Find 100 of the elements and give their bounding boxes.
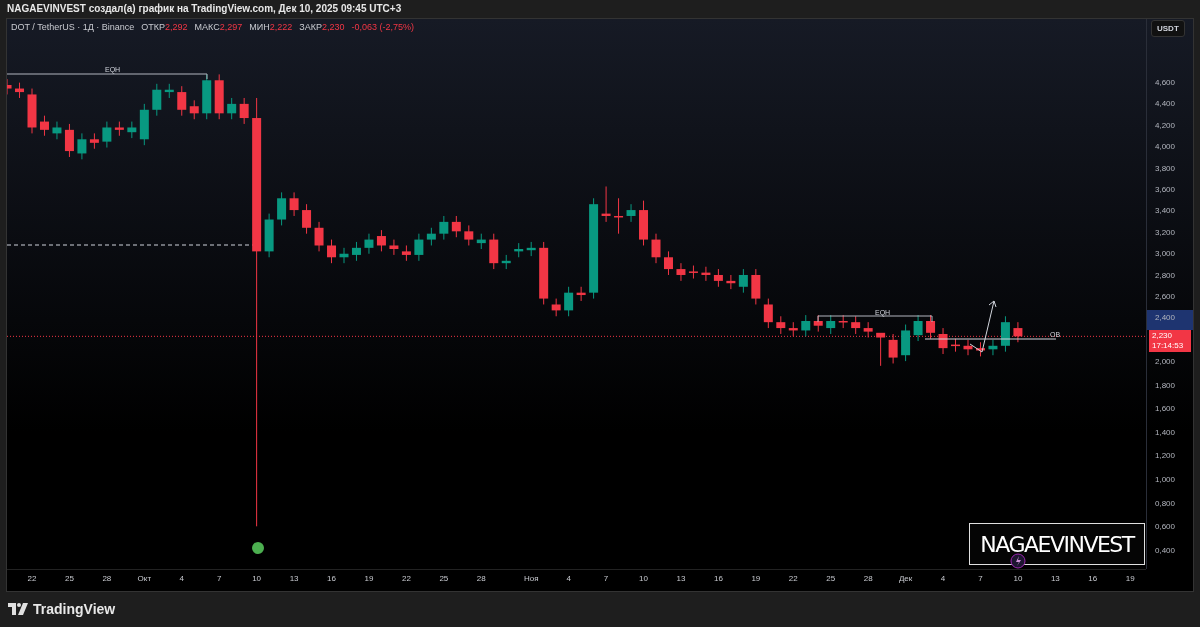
candle: [239, 97, 249, 125]
candle: [664, 250, 673, 276]
lightning-icon: [1010, 553, 1026, 569]
date-axis-label: 13: [1050, 574, 1060, 583]
candle: [551, 298, 561, 317]
price-axis-label: 3,800: [1155, 163, 1176, 173]
ohlc-value: 2,297: [219, 22, 243, 32]
candle: [27, 88, 37, 134]
price-axis-label: 1,000: [1155, 474, 1176, 484]
ohlc-label: ЗАКР: [299, 22, 322, 32]
ohlc-value: 2,292: [165, 22, 188, 32]
candle: [913, 314, 923, 342]
candle: [826, 314, 836, 335]
candle: [851, 315, 861, 335]
candle: [139, 103, 149, 146]
candle: [164, 83, 174, 99]
date-axis-label: 22: [788, 574, 798, 583]
date-axis-label: 25: [826, 574, 836, 583]
date-axis-label: 16: [1088, 574, 1098, 583]
date-axis-label: Дек: [898, 574, 913, 583]
candle: [1013, 321, 1023, 343]
candle: [526, 241, 536, 257]
candle: [426, 227, 436, 246]
date-axis-label: 19: [1125, 574, 1135, 583]
date-axis-label: 16: [327, 574, 336, 583]
date-axis-label: Ноя: [523, 574, 539, 583]
date-axis-label: 28: [102, 574, 112, 583]
candle: [951, 338, 960, 353]
candle: [776, 315, 786, 335]
price-axis-label: 4,600: [1155, 77, 1176, 87]
candle: [651, 233, 661, 264]
candle: [888, 333, 898, 364]
candle: [876, 332, 886, 367]
date-axis-label: 4: [179, 574, 184, 583]
candle: [177, 85, 187, 117]
candle: [102, 121, 112, 149]
candle: [763, 298, 773, 329]
candle: [289, 191, 299, 217]
date-axis-label: 13: [289, 574, 299, 583]
price-axis-label: 2,600: [1155, 291, 1176, 301]
candle: [601, 186, 611, 223]
date-axis-label: 28: [863, 574, 873, 583]
candle: [414, 233, 424, 262]
date-axis-label: 25: [65, 574, 74, 583]
candle: [451, 215, 461, 238]
candle: [401, 245, 411, 262]
ohlc-value: 2,230: [321, 22, 345, 32]
candle: [152, 83, 162, 117]
ohlc-label: МИН: [249, 22, 270, 32]
candle: [539, 241, 549, 305]
ohlc-label: МАКС: [194, 22, 220, 32]
date-axis-label: 19: [364, 574, 374, 583]
date-axis-label: 7: [216, 574, 222, 583]
candle: [77, 132, 87, 160]
date-axis-label: 4: [940, 574, 946, 583]
date-axis-label: 7: [978, 574, 983, 583]
currency-button[interactable]: USDT: [1151, 20, 1185, 37]
price-axis-label: 3,200: [1155, 227, 1176, 237]
candle: [277, 191, 287, 226]
candle: [726, 274, 736, 290]
candle: [738, 268, 748, 294]
price-change: -0,063 (-2,75%): [351, 22, 415, 32]
date-axis-label: 10: [1013, 574, 1023, 583]
candle: [751, 268, 761, 305]
candle: [15, 82, 24, 99]
candle: [701, 266, 711, 282]
price-axis-label: 1,600: [1155, 403, 1176, 413]
price-axis-label: 3,600: [1155, 184, 1176, 194]
candle: [901, 324, 911, 362]
candle: [676, 262, 686, 282]
candle: [264, 213, 274, 258]
candle: [302, 203, 312, 235]
price-axis-label: 4,000: [1155, 141, 1176, 151]
candle: [40, 115, 49, 137]
candle: [713, 268, 723, 288]
candle: [863, 321, 873, 338]
trend-line: [969, 343, 983, 353]
price-axis-label: 2,800: [1155, 270, 1176, 280]
candle: [376, 229, 386, 252]
candle: [489, 233, 499, 270]
price-axis-label: 4,400: [1155, 98, 1176, 108]
price-axis-label: 3,000: [1155, 248, 1176, 258]
candle: [127, 121, 137, 139]
price-axis-label: 0,800: [1155, 498, 1176, 508]
candle: [976, 341, 985, 357]
symbol-label[interactable]: DOT / TetherUS · 1Д · Binance: [11, 22, 135, 32]
ohlc-value: 2,222: [269, 22, 293, 32]
candle: [926, 314, 936, 340]
candle: [938, 327, 948, 355]
candle: [988, 339, 998, 356]
candle: [514, 242, 524, 258]
date-axis-label: 4: [566, 574, 571, 583]
candle: [114, 121, 124, 137]
candle: [439, 215, 449, 241]
author-badge: NAGAEVINVEST: [969, 523, 1145, 565]
logo-icon: [8, 603, 28, 615]
candle: [688, 265, 698, 279]
price-axis-label: 2,000: [1155, 356, 1176, 366]
candle: [838, 314, 848, 329]
candle: [788, 321, 798, 337]
